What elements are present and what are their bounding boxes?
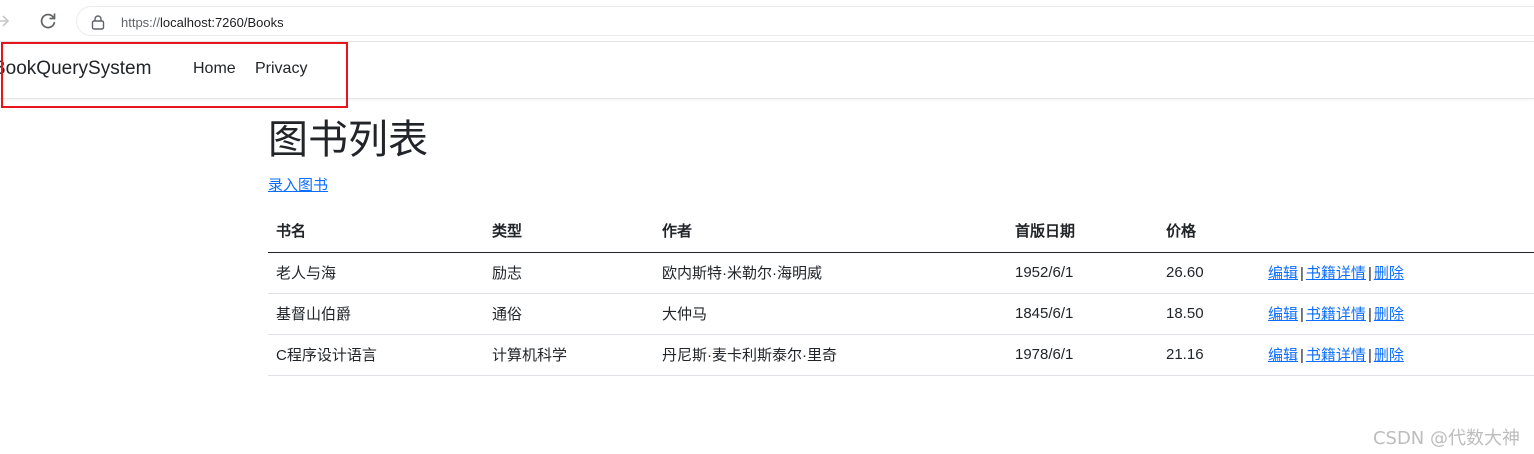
books-table: 书名 类型 作者 首版日期 价格 老人与海 励志 欧内斯特·米勒尔·海明威 19… [268,210,1534,376]
details-link[interactable]: 书籍详情 [1306,347,1366,364]
table-row: 老人与海 励志 欧内斯特·米勒尔·海明威 1952/6/1 26.60 编辑 | 书… [268,252,1534,294]
cell-type: 计算机科学 [484,334,654,376]
app-navbar: BookQuerySystem Home Privacy [0,42,1534,99]
header-book-name: 书名 [268,210,484,253]
cell-actions: 编辑 | 书籍详情 | 删除 [1260,334,1534,376]
cell-date: 1845/6/1 [1007,293,1158,335]
table-row: 基督山伯爵 通俗 大仲马 1845/6/1 18.50 编辑 | 书籍详情 | 删除 [268,293,1534,335]
url-text: https://localhost:7260/Books [121,15,284,30]
separator: | [1300,347,1304,364]
header-first-edition-date: 首版日期 [1007,210,1158,253]
nav-link-privacy[interactable]: Privacy [255,60,307,78]
address-bar[interactable]: https://localhost:7260/Books [76,6,1534,36]
watermark: CSDN @代数大神 [1372,428,1520,449]
cell-author: 大仲马 [654,293,1007,335]
cell-price: 26.60 [1158,252,1260,294]
details-link[interactable]: 书籍详情 [1306,265,1366,282]
nav-link-home[interactable]: Home [193,60,236,78]
table-header-row: 书名 类型 作者 首版日期 价格 [268,210,1534,253]
separator: | [1300,306,1304,323]
delete-link[interactable]: 删除 [1374,265,1404,282]
cell-price: 21.16 [1158,334,1260,376]
separator: | [1367,306,1372,323]
edit-link[interactable]: 编辑 [1268,265,1298,282]
cell-author: 丹尼斯·麦卡利斯泰尔·里奇 [654,334,1007,376]
reload-icon[interactable] [38,11,58,31]
cell-book-name: 基督山伯爵 [268,293,484,335]
cell-author: 欧内斯特·米勒尔·海明威 [654,252,1007,294]
cell-price: 18.50 [1158,293,1260,335]
table-row: C程序设计语言 计算机科学 丹尼斯·麦卡利斯泰尔·里奇 1978/6/1 21.… [268,334,1534,376]
header-actions [1260,210,1534,253]
cell-date: 1978/6/1 [1007,334,1158,376]
url-scheme: https:// [121,15,161,30]
delete-link[interactable]: 删除 [1374,347,1404,364]
details-link[interactable]: 书籍详情 [1306,306,1366,323]
separator: | [1367,265,1372,282]
header-author: 作者 [654,210,1007,253]
forward-arrow-icon[interactable] [0,11,12,31]
cell-type: 励志 [484,252,654,294]
lock-icon [91,14,105,30]
brand-link[interactable]: BookQuerySystem [0,58,151,80]
separator: | [1367,347,1372,364]
cell-date: 1952/6/1 [1007,252,1158,294]
header-type: 类型 [484,210,654,253]
create-book-link[interactable]: 录入图书 [268,174,328,195]
header-price: 价格 [1158,210,1260,253]
delete-link[interactable]: 删除 [1374,306,1404,323]
cell-actions: 编辑 | 书籍详情 | 删除 [1260,252,1534,294]
page-title: 图书列表 [268,117,428,163]
browser-toolbar: https://localhost:7260/Books [0,0,1534,42]
separator: | [1300,265,1304,282]
cell-book-name: 老人与海 [268,252,484,294]
cell-book-name: C程序设计语言 [268,334,484,376]
edit-link[interactable]: 编辑 [1268,347,1298,364]
url-host-path: localhost:7260/Books [160,15,284,30]
cell-actions: 编辑 | 书籍详情 | 删除 [1260,293,1534,335]
cell-type: 通俗 [484,293,654,335]
edit-link[interactable]: 编辑 [1268,306,1298,323]
